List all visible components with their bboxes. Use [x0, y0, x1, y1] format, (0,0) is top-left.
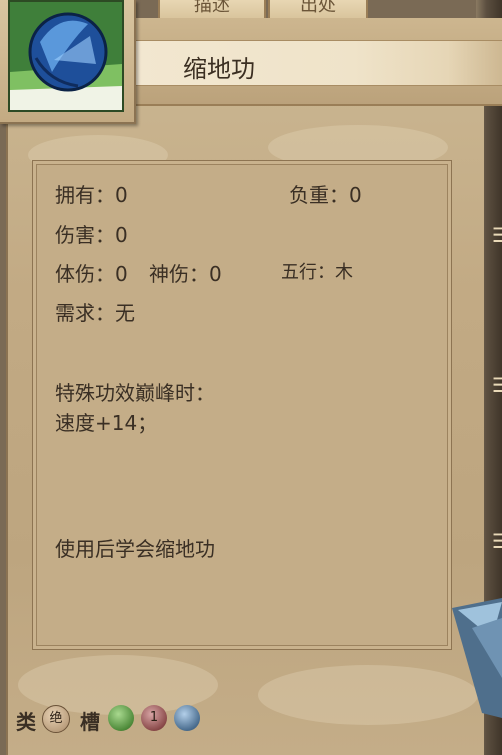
blue-orb-icon	[10, 2, 122, 110]
cloud-pattern	[258, 665, 478, 725]
requirement-value: 需求：无	[55, 301, 135, 325]
item-title: 缩地功	[183, 55, 255, 83]
weight-value: 负重：0	[289, 183, 362, 207]
damage-value: 伤害：0	[55, 223, 128, 247]
category-badge: 绝	[42, 705, 70, 733]
green-gem-icon[interactable]	[108, 705, 134, 731]
body-damage-value: 体伤：0	[55, 262, 128, 286]
slot-label: 槽	[80, 710, 100, 734]
category-badge-value: 绝	[49, 711, 63, 726]
tab-description-label: 描述	[194, 0, 230, 16]
side-glyph: ☰	[492, 223, 502, 247]
stats-panel: 拥有：0 负重：0 伤害：0 体伤：0 神伤：0 五行：木 需求：无 特殊功效巅…	[32, 160, 452, 650]
own-count: 拥有：0	[55, 183, 128, 207]
red-gem-icon[interactable]: 1	[141, 705, 167, 731]
item-icon-frame	[0, 0, 136, 124]
special-effect-value: 速度+14；	[55, 411, 158, 435]
title-plate: 缩地功	[132, 40, 502, 86]
blue-gem-icon[interactable]	[174, 705, 200, 731]
side-glyph: ☰	[492, 529, 502, 553]
crane-decoration-icon	[452, 598, 502, 718]
item-icon	[8, 0, 124, 112]
tab-source-label: 出处	[300, 0, 336, 16]
element-value: 五行：木	[281, 262, 353, 283]
slot-number: 1	[149, 710, 159, 725]
spirit-damage-value: 神伤：0	[149, 262, 222, 286]
special-effect-heading: 特殊功效巅峰时：	[55, 381, 215, 405]
category-label: 类	[16, 710, 36, 734]
usage-text: 使用后学会缩地功	[55, 537, 215, 561]
side-glyph: ☰	[492, 373, 502, 397]
title-banner: 缩地功	[118, 18, 502, 106]
